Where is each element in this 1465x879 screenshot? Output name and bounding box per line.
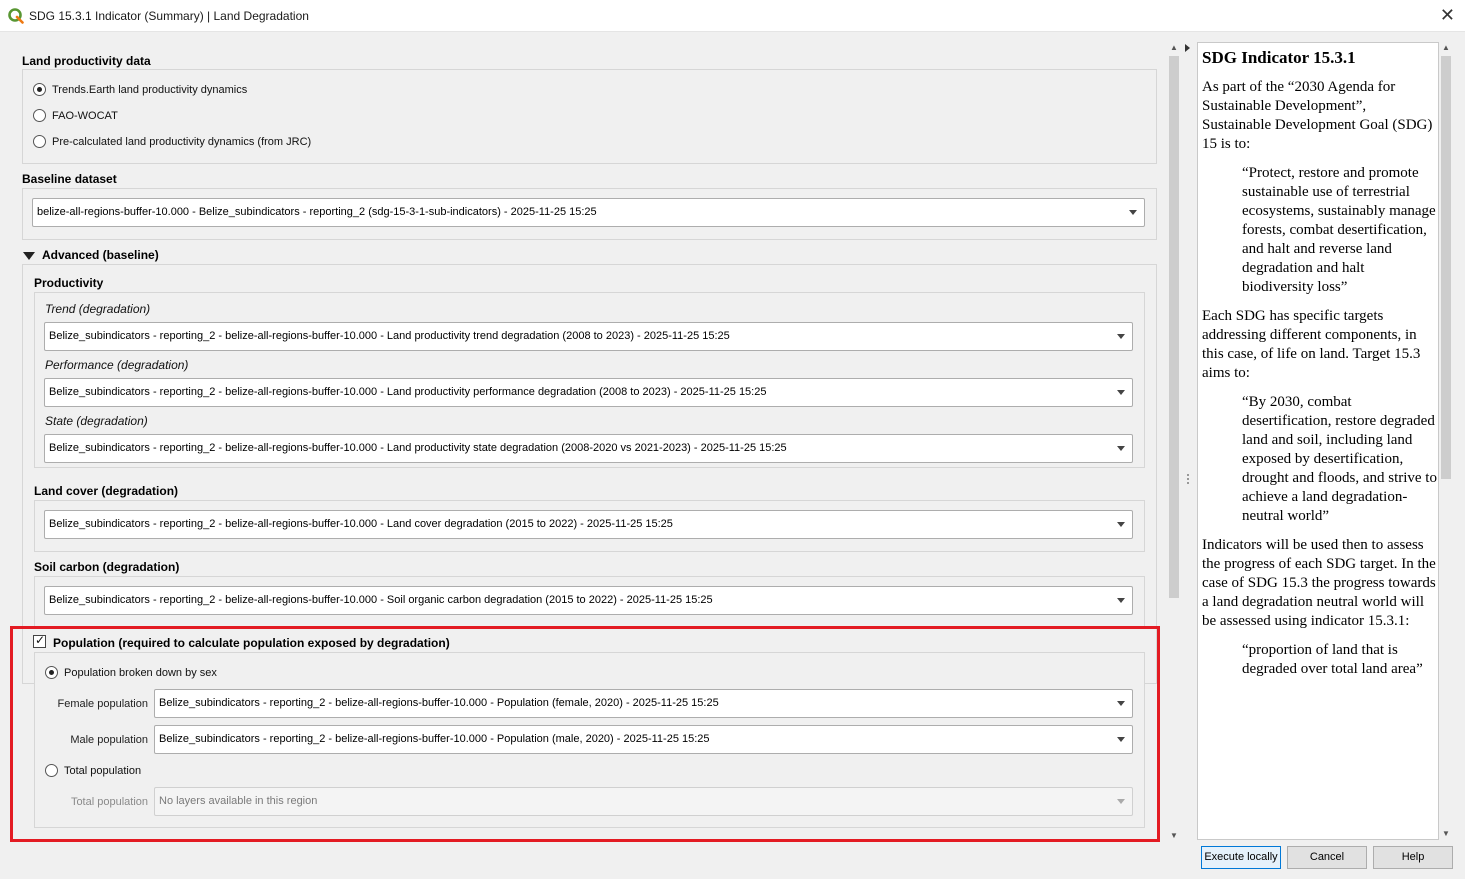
performance-value: Belize_subindicators - reporting_2 - bel… bbox=[49, 386, 767, 398]
help-paragraph-2: Each SDG has specific targets addressing… bbox=[1202, 308, 1421, 381]
scroll-down-icon[interactable]: ▼ bbox=[1439, 828, 1453, 840]
panel-splitter[interactable] bbox=[1184, 42, 1192, 842]
scrollbar-thumb[interactable] bbox=[1169, 56, 1179, 598]
cancel-button[interactable]: Cancel bbox=[1287, 846, 1367, 869]
scroll-up-icon[interactable]: ▲ bbox=[1167, 42, 1181, 54]
qgis-logo-icon bbox=[8, 8, 24, 24]
chevron-down-icon bbox=[1117, 446, 1125, 451]
help-quote-1: “Protect, restore and promote sustainabl… bbox=[1242, 165, 1436, 295]
execute-locally-button[interactable]: Execute locally bbox=[1201, 846, 1281, 869]
radio-fao-wocat-label: FAO-WOCAT bbox=[52, 110, 118, 122]
collapse-arrow-icon[interactable] bbox=[1185, 44, 1190, 52]
state-select[interactable]: Belize_subindicators - reporting_2 - bel… bbox=[44, 434, 1133, 463]
help-title: SDG Indicator 15.3.1 bbox=[1202, 48, 1356, 67]
trend-value: Belize_subindicators - reporting_2 - bel… bbox=[49, 330, 730, 342]
performance-select[interactable]: Belize_subindicators - reporting_2 - bel… bbox=[44, 378, 1133, 407]
state-value: Belize_subindicators - reporting_2 - bel… bbox=[49, 442, 787, 454]
chevron-down-icon bbox=[1117, 522, 1125, 527]
performance-label: Performance (degradation) bbox=[45, 358, 189, 372]
productivity-heading: Productivity bbox=[34, 276, 104, 290]
scroll-down-icon[interactable]: ▼ bbox=[1167, 830, 1181, 842]
help-paragraph-1: As part of the “2030 Agenda for Sustaina… bbox=[1202, 79, 1433, 152]
baseline-dataset-value: belize-all-regions-buffer-10.000 - Beliz… bbox=[37, 206, 597, 218]
baseline-dataset-select[interactable]: belize-all-regions-buffer-10.000 - Beliz… bbox=[32, 198, 1145, 227]
help-panel: SDG Indicator 15.3.1 As part of the “203… bbox=[1197, 42, 1439, 840]
window-title: SDG 15.3.1 Indicator (Summary) | Land De… bbox=[29, 9, 309, 23]
help-button[interactable]: Help bbox=[1373, 846, 1453, 869]
scroll-up-icon[interactable]: ▲ bbox=[1439, 42, 1453, 54]
soil-carbon-value: Belize_subindicators - reporting_2 - bel… bbox=[49, 594, 713, 606]
trend-select[interactable]: Belize_subindicators - reporting_2 - bel… bbox=[44, 322, 1133, 351]
chevron-down-icon bbox=[1117, 390, 1125, 395]
radio-jrc-label: Pre-calculated land productivity dynamic… bbox=[52, 136, 312, 148]
collapse-triangle-icon[interactable] bbox=[23, 252, 35, 260]
advanced-heading[interactable]: Advanced (baseline) bbox=[42, 248, 159, 262]
chevron-down-icon bbox=[1117, 334, 1125, 339]
land-cover-select[interactable]: Belize_subindicators - reporting_2 - bel… bbox=[44, 510, 1133, 539]
chevron-down-icon bbox=[1117, 598, 1125, 603]
radio-trends-earth[interactable] bbox=[33, 83, 46, 96]
radio-fao-wocat[interactable] bbox=[33, 109, 46, 122]
chevron-down-icon bbox=[1129, 210, 1137, 215]
help-quote-2: “By 2030, combat desertification, restor… bbox=[1242, 394, 1437, 524]
land-cover-heading: Land cover (degradation) bbox=[34, 484, 179, 498]
splitter-handle[interactable] bbox=[1187, 474, 1189, 486]
state-label: State (degradation) bbox=[45, 414, 148, 428]
help-paragraph-3: Indicators will be used then to assess t… bbox=[1202, 537, 1436, 629]
highlight-box bbox=[10, 626, 1160, 842]
help-scrollbar[interactable]: ▲ ▼ bbox=[1439, 42, 1453, 840]
title-bar: SDG 15.3.1 Indicator (Summary) | Land De… bbox=[0, 0, 1465, 32]
baseline-heading: Baseline dataset bbox=[22, 172, 117, 186]
soil-carbon-heading: Soil carbon (degradation) bbox=[34, 560, 180, 574]
radio-trends-earth-label: Trends.Earth land productivity dynamics bbox=[52, 84, 248, 96]
options-scrollbar[interactable]: ▲ ▼ bbox=[1167, 42, 1181, 842]
help-quote-3: “proportion of land that is degraded ove… bbox=[1242, 642, 1423, 677]
land-cover-value: Belize_subindicators - reporting_2 - bel… bbox=[49, 518, 673, 530]
close-icon[interactable]: ✕ bbox=[1440, 5, 1455, 25]
trend-label: Trend (degradation) bbox=[45, 302, 151, 316]
radio-jrc[interactable] bbox=[33, 135, 46, 148]
help-scrollbar-thumb[interactable] bbox=[1441, 56, 1451, 479]
land-productivity-heading: Land productivity data bbox=[22, 54, 151, 68]
soil-carbon-select[interactable]: Belize_subindicators - reporting_2 - bel… bbox=[44, 586, 1133, 615]
